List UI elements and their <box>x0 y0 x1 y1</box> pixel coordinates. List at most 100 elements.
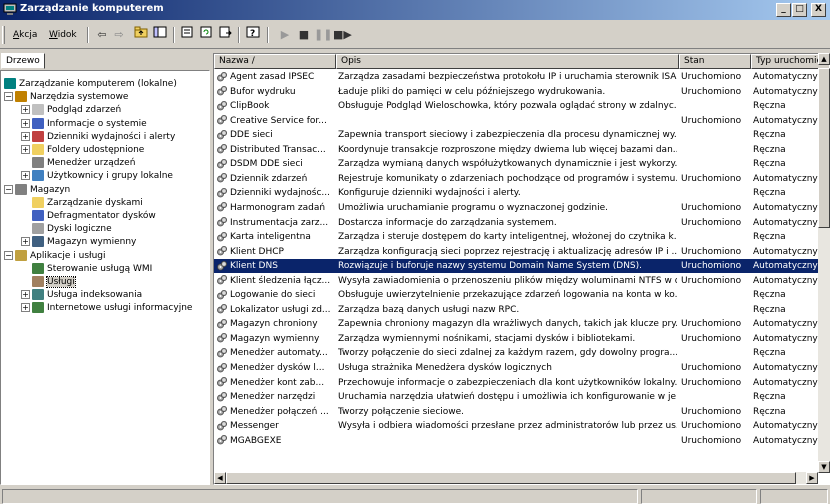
service-gear-icon <box>217 347 227 358</box>
service-row[interactable]: Magazyn wymienny Zarządza wymiennymi nośn… <box>214 332 829 347</box>
service-row[interactable]: Dzienniki wydajnośc... Konfiguruje dzienn… <box>214 186 829 201</box>
tree-tab[interactable]: Drzewo <box>1 53 45 69</box>
collapse-icon[interactable]: − <box>4 184 13 194</box>
tree-item[interactable]: Usługi <box>21 276 76 289</box>
service-row[interactable]: Klient DNS Rozwiązuje i buforuje nazwy sy… <box>214 259 829 274</box>
service-row[interactable]: Instrumentacja zarz... Dostarcza informac… <box>214 216 829 231</box>
service-state: Uruchomiono <box>679 259 751 274</box>
help-icon[interactable]: ? <box>244 26 262 44</box>
service-row[interactable]: Distributed Transac... Koordynuje transak… <box>214 143 829 158</box>
service-row[interactable]: Menedżer dysków l... Usługa strażnika Men… <box>214 361 829 376</box>
expand-icon[interactable]: + <box>21 303 30 313</box>
vertical-scrollbar[interactable]: ▲ ▼ <box>818 53 830 473</box>
tree-item[interactable]: + Informacje o systemie <box>21 117 147 131</box>
tree-item[interactable]: − Aplikacje i usługi <box>4 249 106 263</box>
expand-icon[interactable]: + <box>21 105 30 115</box>
stop-service-icon[interactable]: ■ <box>295 26 313 44</box>
service-gear-icon <box>217 304 227 314</box>
service-row[interactable]: ClipBook Obsługuje Podgląd Wieloschowka, … <box>214 99 829 114</box>
service-row[interactable]: DSDM DDE sieci Zarządza wymianą danych ws… <box>214 157 829 172</box>
column-header[interactable]: Nazwa / <box>214 54 336 69</box>
back-arrow-icon[interactable]: ⇦ <box>93 26 111 44</box>
tree-item-label: Zarządzanie dyskami <box>47 197 143 208</box>
expand-icon[interactable]: + <box>21 131 30 141</box>
start-service-icon[interactable]: ▶ <box>276 26 294 44</box>
menu-akcja[interactable]: Akcja <box>13 30 37 40</box>
up-folder-icon[interactable] <box>132 26 150 44</box>
tree-item[interactable]: Zarządzanie dyskami <box>21 196 143 210</box>
collapse-icon[interactable]: − <box>4 92 13 102</box>
service-row[interactable]: Menedżer narzędzi Uruchamia narzędzia uła… <box>214 390 829 405</box>
vertical-scroll-thumb[interactable] <box>818 68 830 228</box>
scroll-down-button[interactable]: ▼ <box>818 461 830 473</box>
service-row[interactable]: MGABGEXE Uruchomiono Automatyczny <box>214 434 829 449</box>
tree-item[interactable]: + Użytkownicy i grupy lokalne <box>21 170 173 183</box>
expand-icon[interactable]: + <box>21 145 30 154</box>
service-row[interactable]: Menedżer automaty... Tworzy połączenie do… <box>214 346 829 361</box>
tree-item[interactable]: + Podgląd zdarzeń <box>21 104 121 117</box>
service-row[interactable]: Karta inteligentna Zarządza i steruje dos… <box>214 230 829 245</box>
forward-arrow-icon[interactable]: ⇨ <box>110 26 128 44</box>
service-row[interactable]: Magazyn chroniony Zapewnia chroniony maga… <box>214 317 829 332</box>
service-row[interactable]: Dziennik zdarzeń Rejestruje komunikaty o … <box>214 172 829 187</box>
column-header[interactable]: Stan <box>679 54 751 69</box>
horizontal-scrollbar[interactable]: ◀ ▶ <box>214 472 818 484</box>
tree-item-label: Aplikacje i usługi <box>30 250 106 261</box>
horizontal-scroll-thumb[interactable] <box>226 472 796 484</box>
service-description: Uruchamia narzędzia ułatwień dostępu i u… <box>338 392 677 403</box>
service-description: Tworzy połączenie do sieci zdalnej za ka… <box>338 348 677 359</box>
service-row[interactable]: Agent zasad IPSEC Zarządza zasadami bezpi… <box>214 70 829 85</box>
service-name-text: Menedżer połączeń ... <box>230 406 329 417</box>
tree-item[interactable]: Sterowanie usługą WMI <box>21 262 152 276</box>
service-row[interactable]: Menedżer kont zab... Przechowuje informac… <box>214 376 829 391</box>
service-row[interactable]: Creative Service for... Uruchomiono Automa… <box>214 114 829 129</box>
service-name-text: Harmonogram zadań <box>230 202 326 213</box>
service-row[interactable]: Bufor wydruku Ładuje pliki do pamięci w c… <box>214 85 829 100</box>
expand-icon[interactable]: + <box>21 237 30 247</box>
tree-item[interactable]: Zarządzanie komputerem (lokalne) <box>4 78 177 91</box>
service-row[interactable]: Lokalizator usługi zd... Zarządza bazą da… <box>214 303 829 318</box>
export-list-icon[interactable] <box>216 26 234 44</box>
service-row[interactable]: Messenger Wysyła i odbiera wiadomości prz… <box>214 419 829 434</box>
expand-icon[interactable]: + <box>21 171 30 181</box>
expand-icon[interactable]: + <box>21 118 30 128</box>
refresh-icon[interactable] <box>197 26 215 44</box>
properties-icon[interactable] <box>178 26 196 44</box>
collapse-icon[interactable]: − <box>4 250 13 260</box>
service-row[interactable]: Klient śledzenia łącz... Wysyła zawiadomi… <box>214 274 829 289</box>
menu-widok[interactable]: Widok <box>49 30 77 40</box>
scroll-up-button[interactable]: ▲ <box>818 53 830 65</box>
service-state: Uruchomiono <box>681 72 742 82</box>
column-header[interactable]: Opis <box>336 54 679 69</box>
restart-service-icon[interactable]: ■▶ <box>333 26 352 44</box>
tree-item[interactable]: + Usługa indeksowania <box>21 289 142 302</box>
service-row[interactable]: Menedżer połączeń ... Tworzy połączenie s… <box>214 405 829 420</box>
service-name-text: Klient DHCP <box>230 246 284 257</box>
expand-icon[interactable]: + <box>21 290 30 300</box>
tree-item[interactable]: + Foldery udostępnione <box>21 144 144 157</box>
service-name-text: DDE sieci <box>230 130 273 141</box>
minimize-button[interactable]: _ <box>776 3 791 17</box>
tree-item[interactable]: + Dzienniki wydajności i alerty <box>21 130 175 144</box>
service-name: Klient DHCP <box>216 245 334 259</box>
tree-item[interactable]: − Magazyn <box>4 183 70 197</box>
tree-item[interactable]: Defragmentator dysków <box>21 210 156 223</box>
close-button[interactable]: X <box>811 3 826 17</box>
tree-item-label: Menedżer urządzeń <box>47 158 136 169</box>
tree-item[interactable]: + Magazyn wymienny <box>21 236 136 249</box>
tree-item[interactable]: Dyski logiczne <box>21 223 112 236</box>
pause-service-icon[interactable]: ❚❚ <box>314 26 332 44</box>
tree-item[interactable]: + Internetowe usługi informacyjne <box>21 302 192 315</box>
scroll-left-button[interactable]: ◀ <box>214 472 226 484</box>
service-row[interactable]: Logowanie do sieci Obsługuje uwierzytelni… <box>214 288 829 303</box>
service-row[interactable]: Harmonogram zadań Umożliwia uruchamianie … <box>214 201 829 216</box>
restore-button[interactable]: □ <box>792 3 807 17</box>
show-tree-icon[interactable] <box>151 26 169 44</box>
service-row[interactable]: DDE sieci Zapewnia transport sieciowy i z… <box>214 128 829 143</box>
tree-panel: Zarządzanie komputerem (lokalne) − Narzędz… <box>0 70 210 485</box>
service-row[interactable]: Klient DHCP Zarządza konfiguracją sieci p… <box>214 245 829 260</box>
tree-item[interactable]: − Narzędzia systemowe <box>4 91 128 104</box>
tree-item[interactable]: Menedżer urządzeń <box>21 157 135 170</box>
scroll-right-button[interactable]: ▶ <box>806 472 818 484</box>
